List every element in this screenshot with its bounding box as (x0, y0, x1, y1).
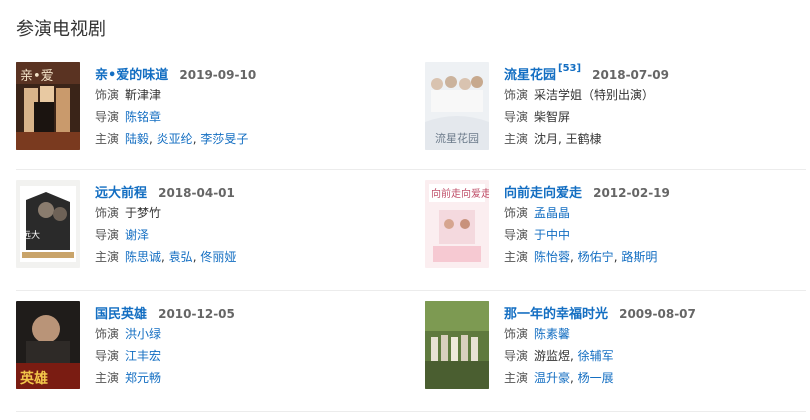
air-date: 2018-07-09 (592, 68, 669, 82)
role-label: 饰演 (504, 206, 529, 220)
section-title: 参演电视剧 (16, 19, 106, 40)
air-date: 2019-09-10 (179, 68, 257, 82)
cast-link[interactable]: 炎亚纶 (157, 132, 193, 146)
director-link[interactable]: 江丰宏 (125, 349, 161, 363)
director-link[interactable]: 徐辅军 (578, 349, 614, 363)
cast-label: 主演 (95, 371, 120, 385)
drama-title-link[interactable]: 向前走向爱走 (504, 186, 582, 201)
drama-card: 英雄 国民英雄 2010-12-05 饰演 洪小绿 导演 江丰宏 主演 郑元畅 (16, 301, 406, 393)
svg-text:远大: 远大 (22, 229, 40, 241)
air-date: 2018-04-01 (158, 186, 235, 200)
air-date: 2009-08-07 (619, 307, 696, 321)
cast-label: 主演 (504, 132, 529, 146)
poster-yuan-da-icon: 远大 (16, 180, 80, 268)
director-label: 导演 (95, 349, 120, 363)
drama-card: 亲•爱 亲•爱的味道 2019-09-10 饰演 靳津津 导演 陈铭章 主演 陆毅, … (16, 62, 406, 154)
drama-title-link[interactable]: 那一年的幸福时光 (504, 307, 608, 322)
poster-qin-ai-icon: 亲•爱 (16, 62, 80, 150)
cast-label: 主演 (95, 132, 120, 146)
director-link[interactable]: 谢泽 (125, 228, 149, 242)
cast-link[interactable]: 陈怡蓉 (534, 250, 570, 264)
poster-na-yi-nian-icon (425, 301, 489, 389)
poster-image[interactable]: 亲•爱 (16, 62, 80, 150)
cast-link[interactable]: 杨一展 (578, 371, 614, 385)
drama-grid: 亲•爱 亲•爱的味道 2019-09-10 饰演 靳津津 导演 陈铭章 主演 陆毅, … (16, 52, 806, 412)
director-label: 导演 (95, 110, 120, 124)
poster-image[interactable]: 流星花园 (425, 62, 489, 150)
cast-value: 王鹤棣 (565, 132, 602, 146)
drama-row: 亲•爱 亲•爱的味道 2019-09-10 饰演 靳津津 导演 陈铭章 主演 陆毅, … (16, 52, 806, 170)
director-link[interactable]: 于中中 (534, 228, 570, 242)
cast-label: 主演 (95, 250, 120, 264)
reference-link[interactable]: [53] (558, 63, 581, 74)
cast-label: 主演 (504, 371, 529, 385)
drama-card: 向前走向爱走 向前走向爱走 2012-02-19 饰演 孟晶晶 导演 于中中 主演陈… (425, 180, 810, 272)
cast-label: 主演 (504, 250, 529, 264)
svg-text:亲•爱: 亲•爱 (20, 69, 54, 84)
poster-xiang-qian-icon: 向前走向爱走 (425, 180, 489, 268)
svg-text:英雄: 英雄 (19, 370, 48, 387)
director-label: 导演 (504, 349, 529, 363)
drama-title-link[interactable]: 远大前程 (95, 186, 147, 201)
role-value: 靳津津 (125, 88, 162, 102)
air-date: 2010-12-05 (158, 307, 235, 321)
poster-image[interactable]: 向前走向爱走 (425, 180, 489, 268)
drama-card: 远大 远大前程 2018-04-01 饰演 于梦竹 导演 谢泽 主演 陈思诚, 袁弘,… (16, 180, 406, 272)
role-value: 采洁学姐（特别出演） (534, 88, 655, 102)
role-label: 饰演 (95, 88, 120, 102)
role-link[interactable]: 洪小绿 (125, 327, 161, 341)
role-label: 饰演 (504, 88, 529, 102)
poster-image[interactable]: 远大 (16, 180, 80, 268)
director-label: 导演 (95, 228, 120, 242)
role-value: 于梦竹 (125, 206, 162, 220)
director-value: 游监煜 (534, 349, 571, 363)
cast-value: 沈月 (534, 132, 559, 146)
poster-guo-min-icon: 英雄 (16, 301, 80, 389)
svg-text:流星花园: 流星花园 (435, 131, 479, 145)
drama-title-link[interactable]: 流星花园 (504, 68, 556, 83)
role-link[interactable]: 孟晶晶 (534, 206, 570, 220)
director-value: 柴智屏 (534, 110, 571, 124)
drama-title-link[interactable]: 亲•爱的味道 (95, 68, 168, 83)
drama-card: 那一年的幸福时光 2009-08-07 饰演 陈素馨 导演 游监煜, 徐辅军 主演温… (425, 301, 810, 393)
poster-liu-xing-icon: 流星花园 (425, 62, 489, 150)
cast-link[interactable]: 佟丽娅 (200, 250, 236, 264)
poster-image[interactable] (425, 301, 489, 389)
cast-link[interactable]: 杨佑宁 (578, 250, 614, 264)
director-label: 导演 (504, 110, 529, 124)
role-label: 饰演 (504, 327, 529, 341)
air-date: 2012-02-19 (593, 186, 670, 200)
drama-card: 流星花园 流星花园 [53] 2018-07-09 饰演 采洁学姐（特别出演） 导演… (425, 62, 810, 154)
cast-link[interactable]: 李莎旻子 (200, 132, 248, 146)
role-label: 饰演 (95, 327, 120, 341)
role-link[interactable]: 陈素馨 (534, 327, 570, 341)
director-label: 导演 (504, 228, 529, 242)
cast-link[interactable]: 袁弘 (169, 250, 193, 264)
cast-link[interactable]: 路斯明 (621, 250, 657, 264)
role-label: 饰演 (95, 206, 120, 220)
cast-link[interactable]: 陆毅 (125, 132, 149, 146)
poster-image[interactable]: 英雄 (16, 301, 80, 389)
svg-text:向前走向爱走: 向前走向爱走 (431, 187, 489, 200)
drama-title-link[interactable]: 国民英雄 (95, 307, 147, 322)
drama-row: 英雄 国民英雄 2010-12-05 饰演洪小绿 导演江丰宏 主演郑元畅 (16, 291, 806, 412)
cast-link[interactable]: 陈思诚 (125, 250, 161, 264)
director-link[interactable]: 陈铭章 (125, 110, 161, 124)
cast-link[interactable]: 郑元畅 (125, 371, 161, 385)
cast-link[interactable]: 温升豪 (534, 371, 570, 385)
drama-row: 远大 远大前程 2018-04-01 饰演 于梦竹 导演 谢泽 主演 陈思诚, 袁弘,… (16, 170, 806, 291)
